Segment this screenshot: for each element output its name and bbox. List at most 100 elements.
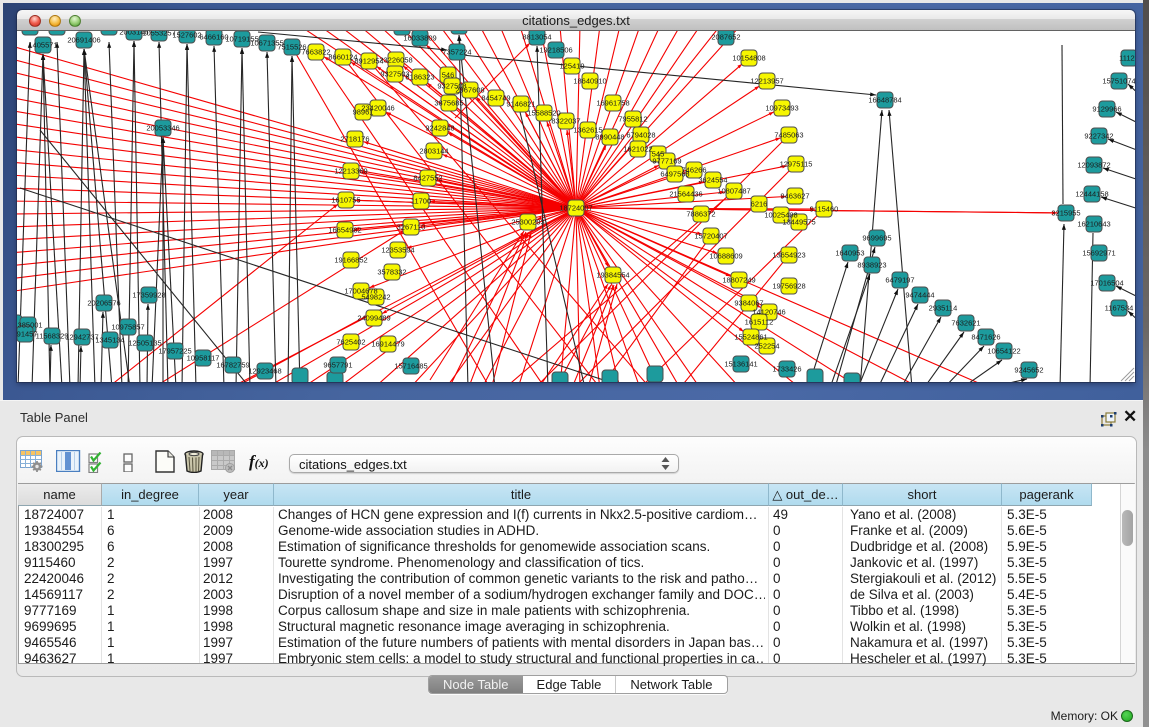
svg-text:20053346: 20053346: [146, 124, 179, 133]
svg-text:7485063: 7485063: [774, 131, 803, 140]
svg-text:12213369: 12213369: [334, 167, 367, 176]
svg-text:9474444: 9474444: [905, 291, 934, 300]
svg-text:15716485: 15716485: [394, 362, 427, 371]
svg-text:19218506: 19218506: [539, 46, 572, 55]
svg-text:15524861: 15524861: [734, 333, 767, 342]
svg-text:12505135: 12505135: [128, 339, 161, 348]
svg-text:2803144: 2803144: [419, 147, 448, 156]
svg-text:12093872: 12093872: [1077, 161, 1110, 170]
svg-text:1345134: 1345134: [95, 336, 124, 345]
svg-text:8938923: 8938923: [857, 261, 886, 270]
svg-text:1640953: 1640953: [835, 249, 864, 258]
svg-text:12942737: 12942737: [65, 333, 98, 342]
svg-text:2087652: 2087652: [711, 33, 740, 42]
svg-text:8186323: 8186323: [405, 73, 434, 82]
svg-text:12923468: 12923468: [248, 367, 281, 376]
svg-text:15692971: 15692971: [1082, 249, 1115, 258]
svg-text:9657791: 9657791: [323, 361, 352, 370]
svg-text:9129966: 9129966: [1092, 105, 1121, 114]
svg-text:11700: 11700: [411, 197, 431, 206]
svg-text:13654923: 13654923: [772, 251, 805, 260]
svg-text:16033809: 16033809: [403, 34, 436, 43]
svg-text:7632621: 7632621: [951, 319, 980, 328]
svg-text:1615112: 1615112: [745, 318, 774, 327]
svg-text:7663822: 7663822: [301, 48, 330, 57]
svg-text:19756928: 19756928: [772, 282, 805, 291]
svg-text:1621022: 1621022: [623, 145, 652, 154]
svg-text:23226058: 23226058: [379, 56, 412, 65]
svg-text:8813054: 8813054: [522, 33, 551, 42]
svg-text:3578332: 3578332: [377, 268, 406, 277]
svg-text:8990448: 8990448: [595, 133, 624, 142]
svg-text:252254: 252254: [754, 342, 779, 351]
svg-text:6216: 6216: [751, 200, 768, 209]
svg-text:1610755: 1610755: [331, 196, 360, 205]
svg-text:9115460: 9115460: [810, 205, 839, 214]
svg-text:8471626: 8471626: [971, 333, 1000, 342]
svg-text:10688609: 10688609: [709, 252, 742, 261]
svg-text:16961758: 16961758: [596, 99, 629, 108]
svg-text:7955812: 7955812: [618, 115, 647, 124]
svg-text:15136141: 15136141: [724, 360, 757, 369]
svg-text:11123: 11123: [1119, 54, 1135, 63]
svg-text:12213957: 12213957: [750, 77, 783, 86]
svg-text:9463627: 9463627: [780, 192, 809, 201]
svg-text:1405571: 1405571: [28, 41, 57, 50]
svg-text:2718176: 2718176: [340, 135, 369, 144]
svg-text:9227342: 9227342: [1084, 132, 1113, 141]
svg-text:546: 546: [442, 71, 455, 80]
svg-text:8322037: 8322037: [551, 117, 580, 126]
svg-text:19384554: 19384554: [596, 271, 629, 280]
svg-text:2935114: 2935114: [929, 304, 958, 313]
svg-text:9146821: 9146821: [506, 100, 535, 109]
svg-text:2967608: 2967608: [455, 86, 484, 95]
svg-text:24099489: 24099489: [357, 314, 390, 323]
svg-text:20206576: 20206576: [87, 299, 120, 308]
svg-text:3267110: 3267110: [397, 223, 426, 232]
svg-text:9242848: 9242848: [425, 124, 454, 133]
svg-text:125419: 125419: [559, 62, 584, 71]
svg-text:10654122: 10654122: [987, 347, 1020, 356]
svg-text:12353594: 12353594: [381, 246, 414, 255]
svg-text:5498242: 5498242: [361, 293, 390, 302]
svg-text:9245652: 9245652: [1014, 366, 1043, 375]
svg-text:21564436: 21564436: [669, 190, 702, 199]
svg-text:98961: 98961: [353, 108, 374, 117]
svg-text:18640910: 18640910: [573, 77, 606, 86]
svg-text:19166852: 19166852: [334, 256, 367, 265]
svg-text:20691406: 20691406: [67, 36, 100, 45]
svg-text:6794028: 6794028: [626, 131, 655, 140]
svg-text:8427552: 8427552: [413, 174, 442, 183]
svg-text:11568329: 11568329: [36, 332, 69, 341]
svg-text:7357224: 7357224: [442, 48, 471, 57]
svg-text:3215955: 3215955: [1051, 209, 1080, 218]
svg-text:10154808: 10154808: [732, 54, 765, 63]
svg-text:17359928: 17359928: [132, 291, 165, 300]
svg-text:8660124: 8660124: [328, 53, 357, 62]
svg-text:1385001: 1385001: [17, 321, 43, 330]
svg-text:10975857: 10975857: [111, 323, 144, 332]
svg-text:7625402: 7625402: [336, 338, 365, 347]
svg-text:10973493: 10973493: [765, 104, 798, 113]
svg-text:3875685: 3875685: [434, 99, 463, 108]
svg-text:15720407: 15720407: [694, 232, 727, 241]
svg-text:991457: 991457: [17, 330, 38, 339]
svg-text:1733426: 1733426: [772, 365, 801, 374]
svg-text:18724007: 18724007: [559, 204, 592, 213]
svg-text:9699695: 9699695: [862, 234, 891, 243]
svg-text:18807249: 18807249: [722, 276, 755, 285]
svg-text:1167534: 1167534: [1105, 304, 1134, 313]
svg-text:1527602: 1527602: [172, 31, 201, 40]
svg-text:6479197: 6479197: [885, 276, 914, 285]
svg-text:9777169: 9777169: [652, 157, 681, 166]
svg-text:10807487: 10807487: [717, 187, 750, 196]
svg-text:25300293: 25300293: [511, 218, 544, 227]
svg-text:3624554: 3624554: [698, 176, 727, 185]
svg-text:12444158: 12444158: [1075, 190, 1108, 199]
svg-text:10958117: 10958117: [187, 354, 220, 363]
svg-text:7886372: 7886372: [686, 210, 715, 219]
svg-text:14120746: 14120746: [752, 308, 785, 317]
svg-text:16654982: 16654982: [328, 226, 361, 235]
svg-text:9384067: 9384067: [734, 299, 763, 308]
svg-text:17016504: 17016504: [1090, 279, 1123, 288]
